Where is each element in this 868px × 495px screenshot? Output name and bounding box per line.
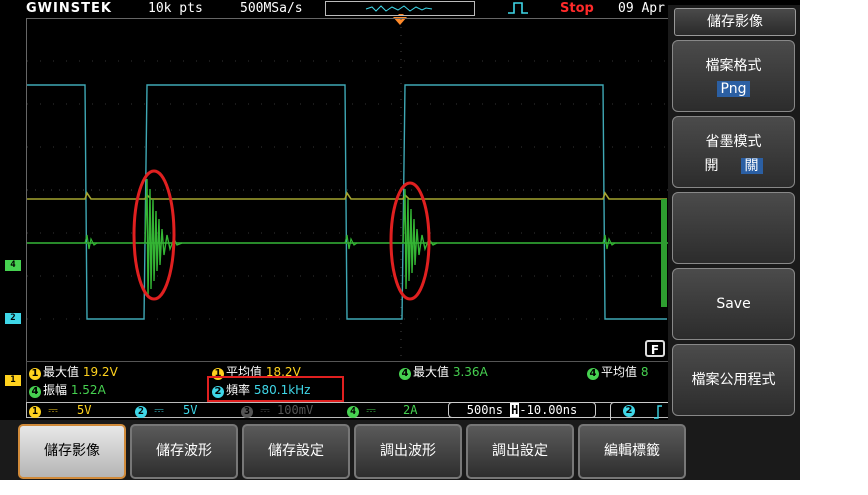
ch4-edge-burst-right [661,199,667,307]
measurement-label: 最大值 [413,365,450,379]
status-bar: GWINSTEK 10k pts 500MSa/s Stop 09 Apr [0,0,668,18]
trigger-source-badge-icon: 2 [623,405,635,417]
ch2-scale: 5V [183,403,198,417]
memory-waveform-icon [365,5,433,17]
measurement-label: 振幅 [43,383,68,397]
measurement-ch4-mean: 4 平均值 8 [587,363,648,380]
dc-coupling-icon: ⎓ [48,403,58,417]
ch2-status[interactable]: 2 ⎓ 5V [135,403,198,418]
recall-setup-tab[interactable]: 調出設定 [466,424,574,479]
time-scale: 500ns [466,403,503,417]
ch1-badge-icon: 1 [29,368,41,380]
ch4-status[interactable]: 4 ⎓ 2A [347,403,418,418]
ink-saver-label: 省墨模式 [705,134,762,150]
waveform-display [27,19,669,361]
side-menu-title: 儲存影像 [674,8,796,36]
measurement-label: 最大值 [43,365,80,379]
dc-coupling-icon: ⎓ [366,403,376,417]
measurement-value: 8 [640,365,649,379]
ch3-scale: 100mV [277,403,314,417]
ch1-status[interactable]: 1 ⎓ 5V [29,403,92,418]
measurement-ch4-amplitude: 4 振幅 1.52A [29,381,106,398]
ch4-badge-icon: 4 [347,406,359,418]
ch1-badge-icon: 1 [29,406,41,418]
ch3-badge-icon: 3 [241,406,253,418]
function-icon[interactable]: F [645,340,665,357]
horizontal-position-icon: H [510,403,520,417]
measurement-label: 平均值 [601,365,638,379]
memory-bar [325,1,475,17]
empty-soft-key[interactable] [672,192,795,264]
ch4-badge-icon: 4 [399,368,411,380]
ch1-waveform [27,191,667,200]
save-setup-tab[interactable]: 儲存設定 [242,424,350,479]
dc-coupling-icon: ⎓ [154,403,164,417]
trigger-edge-icon [508,2,528,14]
measurement-value: 1.52A [70,383,106,397]
ch2-ground-marker[interactable]: 2 [5,313,21,324]
bottom-menu: 儲存影像 儲存波形 儲存設定 調出波形 調出設定 編輯標籤 [0,420,800,480]
ch4-badge-icon: 4 [29,386,41,398]
ch1-scale: 5V [77,403,92,417]
side-menu: 儲存影像 檔案格式 Png 省墨模式 開 關 Save 檔案公用程式 [668,5,800,420]
save-button[interactable]: Save [672,268,795,340]
brand-logo: GWINSTEK [26,1,112,16]
ch4-ringing-burst-2 [402,188,438,290]
ink-saver-on: 開 [704,158,719,174]
file-format-label: 檔案格式 [705,58,762,74]
ch2-badge-icon: 2 [135,406,147,418]
measurement-value: 19.2V [82,365,118,379]
ink-saver-button[interactable]: 省墨模式 開 關 [672,116,795,188]
recall-waveform-tab[interactable]: 調出波形 [354,424,462,479]
date-readout: 09 Apr [618,1,665,16]
file-utilities-button[interactable]: 檔案公用程式 [672,344,795,416]
graticule-dots [27,19,669,361]
file-format-button[interactable]: 檔案格式 Png [672,40,795,112]
save-waveform-tab[interactable]: 儲存波形 [130,424,238,479]
oscilloscope-screen: GWINSTEK 10k pts 500MSa/s Stop 09 Apr 4 … [0,0,800,480]
sample-rate: 500MSa/s [240,1,303,16]
measurement-value: 3.36A [452,365,488,379]
file-format-value: Png [716,81,751,97]
ch4-ground-marker[interactable]: 4 [5,260,21,271]
ch3-status[interactable]: 3 ⎓ 100mV [241,403,313,418]
ch2-waveform [27,84,667,320]
save-image-tab[interactable]: 儲存影像 [18,424,126,479]
measurement-panel: 1 最大值 19.2V 1 平均值 18.2V 4 最大值 3.36A 4 平均值 8 … [26,361,670,402]
waveform-graticule [26,18,670,362]
ch4-ringing-burst-1 [144,178,183,298]
timebase-readout[interactable]: 500ns H-10.00ns [448,402,596,418]
dc-coupling-icon: ⎓ [260,403,270,417]
measurement-ch4-max: 4 最大值 3.36A [399,363,488,380]
ink-saver-off: 關 [740,158,763,174]
measurement-ch1-max: 1 最大值 19.2V [29,363,118,380]
rising-edge-icon [654,405,662,419]
horizontal-position: -10.00ns [519,403,578,417]
ch1-ground-marker[interactable]: 1 [5,375,21,386]
run-status: Stop [560,1,594,16]
annotation-frequency-box [207,376,344,402]
ch4-badge-icon: 4 [587,368,599,380]
ch4-scale: 2A [403,403,418,417]
edit-label-tab[interactable]: 編輯標籤 [578,424,686,479]
record-length: 10k pts [148,1,203,16]
